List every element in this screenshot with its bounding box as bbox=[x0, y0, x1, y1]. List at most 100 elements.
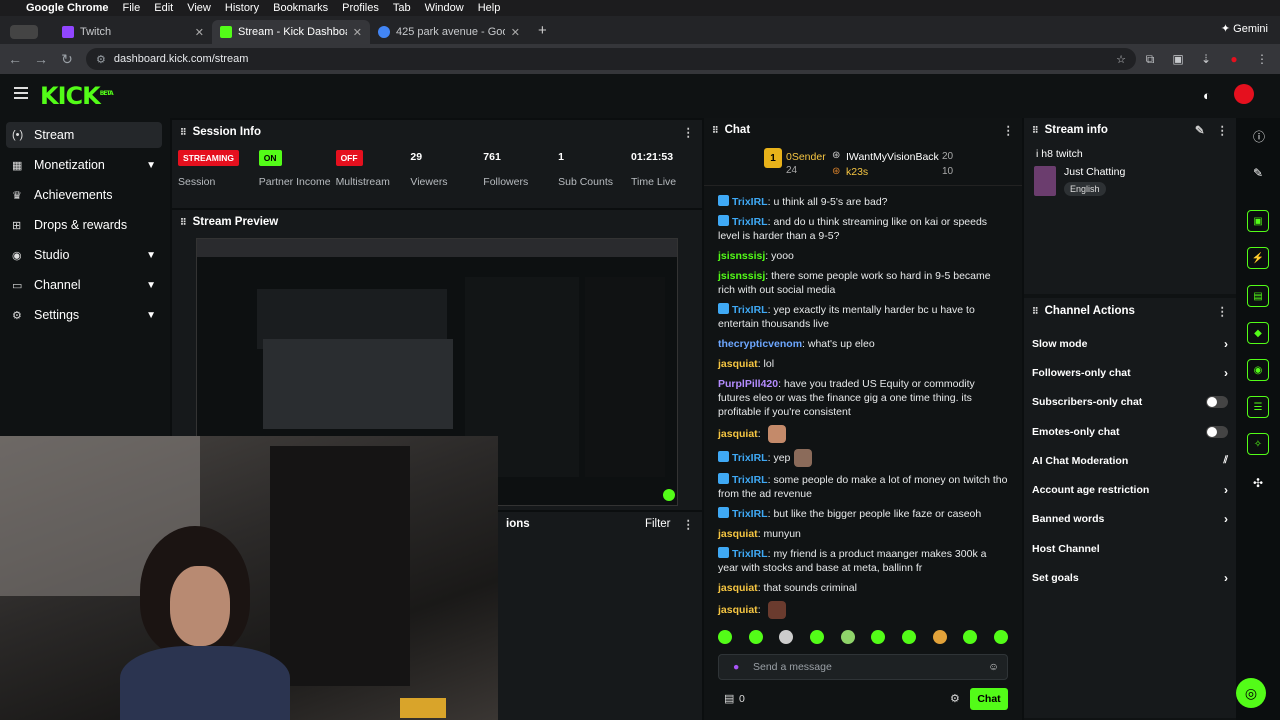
sidebar-item-stream[interactable]: (•) Stream bbox=[6, 122, 162, 148]
chat-username[interactable]: thecrypticvenom bbox=[718, 338, 802, 350]
gemini-button[interactable]: ✦ Gemini bbox=[1221, 22, 1268, 35]
emoji-picker-icon[interactable]: ☺ bbox=[988, 661, 999, 673]
emote-icon[interactable] bbox=[840, 630, 855, 644]
tab-google-search[interactable]: 425 park avenue - Google Se ✕ bbox=[370, 20, 528, 44]
microphone-icon[interactable]: ● bbox=[733, 661, 739, 673]
menu-profiles[interactable]: Profiles bbox=[342, 2, 379, 14]
rail-list-icon[interactable]: ☰ bbox=[1247, 396, 1269, 418]
chat-username[interactable]: jasquiat bbox=[718, 428, 758, 440]
rail-chat-icon[interactable]: ◆ bbox=[1247, 322, 1269, 344]
edit-pencil-icon[interactable]: ✎ bbox=[1195, 123, 1205, 137]
action-slow-mode[interactable]: Slow mode › bbox=[1024, 329, 1236, 358]
chat-username[interactable]: TrixIRL bbox=[732, 304, 768, 316]
drag-handle-icon[interactable]: ⠿ bbox=[1032, 306, 1039, 317]
chat-message-input[interactable]: ● Send a message ☺ bbox=[718, 654, 1008, 680]
drag-handle-icon[interactable]: ⠿ bbox=[180, 127, 187, 138]
leader-name[interactable]: 0Sender bbox=[786, 151, 826, 163]
close-tab-icon[interactable]: ✕ bbox=[195, 26, 204, 39]
forward-icon[interactable]: → bbox=[30, 51, 52, 67]
close-tab-icon[interactable]: ✕ bbox=[353, 26, 362, 39]
menu-tab[interactable]: Tab bbox=[393, 2, 411, 14]
emote-icon[interactable] bbox=[932, 630, 947, 644]
tab-group-toggle[interactable] bbox=[0, 20, 54, 44]
menu-edit[interactable]: Edit bbox=[154, 2, 173, 14]
chat-username[interactable]: TrixIRL bbox=[732, 452, 768, 464]
emote-icon[interactable] bbox=[779, 630, 794, 644]
drag-handle-icon[interactable]: ⠿ bbox=[712, 125, 719, 136]
rail-more-icon[interactable]: ✣ bbox=[1253, 476, 1263, 490]
category-thumbnail[interactable] bbox=[1034, 166, 1056, 196]
send-chat-button[interactable]: Chat bbox=[970, 688, 1008, 710]
kick-logo[interactable]: KICKBETA bbox=[40, 82, 114, 110]
rail-wrench-icon[interactable]: ✧ bbox=[1247, 433, 1269, 455]
chat-username[interactable]: TrixIRL bbox=[732, 508, 768, 520]
rail-session-icon[interactable]: ▣ bbox=[1247, 210, 1269, 232]
sidebar-item-drops[interactable]: ⊞ Drops & rewards bbox=[6, 212, 162, 238]
chat-username[interactable]: jasquiat bbox=[718, 604, 758, 616]
action-subscribers-only[interactable]: Subscribers-only chat bbox=[1024, 388, 1236, 417]
chat-username[interactable]: TrixIRL bbox=[732, 216, 768, 228]
action-ai-moderation[interactable]: AI Chat Moderation ⫽ bbox=[1024, 446, 1236, 475]
rail-broadcast-icon[interactable]: ◉ bbox=[1247, 359, 1269, 381]
drag-handle-icon[interactable]: ⠿ bbox=[1032, 125, 1039, 136]
sidebar-item-channel[interactable]: ▭ Channel ▼ bbox=[6, 272, 162, 298]
support-chat-icon[interactable]: ◎ bbox=[1236, 678, 1266, 708]
more-options-icon[interactable]: ⋮ bbox=[1217, 123, 1229, 137]
chat-username[interactable]: jsisnssisj bbox=[718, 250, 765, 262]
reload-icon[interactable]: ↻ bbox=[56, 51, 78, 68]
action-host-channel[interactable]: Host Channel bbox=[1024, 534, 1236, 563]
extensions-icon[interactable]: ⧉ bbox=[1136, 52, 1164, 67]
rail-flash-icon[interactable]: ⚡ bbox=[1247, 247, 1269, 269]
action-followers-only[interactable]: Followers-only chat › bbox=[1024, 358, 1236, 387]
action-set-goals[interactable]: Set goals › bbox=[1024, 563, 1236, 592]
chrome-menu-icon[interactable]: ⋮ bbox=[1248, 52, 1276, 66]
sidebar-item-monetization[interactable]: ▦ Monetization ▼ bbox=[6, 152, 162, 178]
downloads-icon[interactable]: ⇣ bbox=[1192, 52, 1220, 66]
chat-username[interactable]: TrixIRL bbox=[732, 548, 768, 560]
emotes-only-toggle[interactable] bbox=[1206, 425, 1228, 438]
menu-help[interactable]: Help bbox=[478, 2, 501, 14]
address-bar[interactable]: ⚙ dashboard.kick.com/stream ☆ bbox=[86, 48, 1136, 70]
emote-icon[interactable] bbox=[809, 630, 824, 644]
leader-name[interactable]: k23s bbox=[846, 166, 868, 178]
subscribers-only-toggle[interactable] bbox=[1206, 396, 1228, 409]
drag-handle-icon[interactable]: ⠿ bbox=[180, 217, 187, 228]
chat-username[interactable]: PurplPill420 bbox=[718, 378, 778, 390]
chat-username[interactable]: TrixIRL bbox=[732, 196, 768, 208]
action-emotes-only[interactable]: Emotes-only chat bbox=[1024, 417, 1236, 446]
emote-icon[interactable] bbox=[748, 630, 763, 644]
more-options-icon[interactable]: ⋮ bbox=[1003, 123, 1015, 137]
more-options-icon[interactable]: ⋮ bbox=[683, 125, 695, 139]
emote-icon[interactable] bbox=[993, 630, 1008, 644]
emote-icon[interactable] bbox=[871, 630, 886, 644]
sidepanel-icon[interactable]: ▣ bbox=[1164, 52, 1192, 66]
chat-username[interactable]: jsisnssisj bbox=[718, 270, 765, 282]
pencil-icon[interactable]: ✎ bbox=[1253, 166, 1263, 180]
emote-icon[interactable] bbox=[901, 630, 916, 644]
emote-icon[interactable] bbox=[963, 630, 978, 644]
menu-app-name[interactable]: Google Chrome bbox=[26, 2, 109, 14]
hamburger-menu-icon[interactable] bbox=[14, 87, 28, 99]
bookmark-star-icon[interactable]: ☆ bbox=[1116, 53, 1126, 66]
leader-name[interactable]: IWantMyVisionBack bbox=[846, 151, 939, 163]
menu-history[interactable]: History bbox=[225, 2, 259, 14]
profile-icon[interactable]: ● bbox=[1220, 52, 1248, 66]
back-icon[interactable]: ← bbox=[4, 51, 26, 67]
notifications-icon[interactable]: ◐ bbox=[1203, 88, 1211, 103]
site-info-icon[interactable]: ⚙ bbox=[96, 53, 106, 66]
action-banned-words[interactable]: Banned words › bbox=[1024, 505, 1236, 534]
more-options-icon[interactable]: ⋮ bbox=[683, 517, 695, 531]
close-tab-icon[interactable]: ✕ bbox=[511, 26, 520, 39]
tab-twitch[interactable]: Twitch ✕ bbox=[54, 20, 212, 44]
new-tab-icon[interactable]: + bbox=[538, 22, 547, 39]
tab-kick-dashboard[interactable]: Stream - Kick Dashboard ✕ bbox=[212, 20, 370, 44]
info-icon[interactable]: ⓘ bbox=[1253, 128, 1265, 145]
emote-icon[interactable] bbox=[718, 630, 732, 644]
chat-username[interactable]: jasquiat bbox=[718, 582, 758, 594]
sidebar-item-achievements[interactable]: ♛ Achievements bbox=[6, 182, 162, 208]
sidebar-item-settings[interactable]: ⚙ Settings ▼ bbox=[6, 302, 162, 328]
menu-bookmarks[interactable]: Bookmarks bbox=[273, 2, 328, 14]
chat-username[interactable]: TrixIRL bbox=[732, 474, 768, 486]
rail-notes-icon[interactable]: ▤ bbox=[1247, 285, 1269, 307]
chat-settings-icon[interactable]: ⚙ bbox=[950, 692, 960, 705]
